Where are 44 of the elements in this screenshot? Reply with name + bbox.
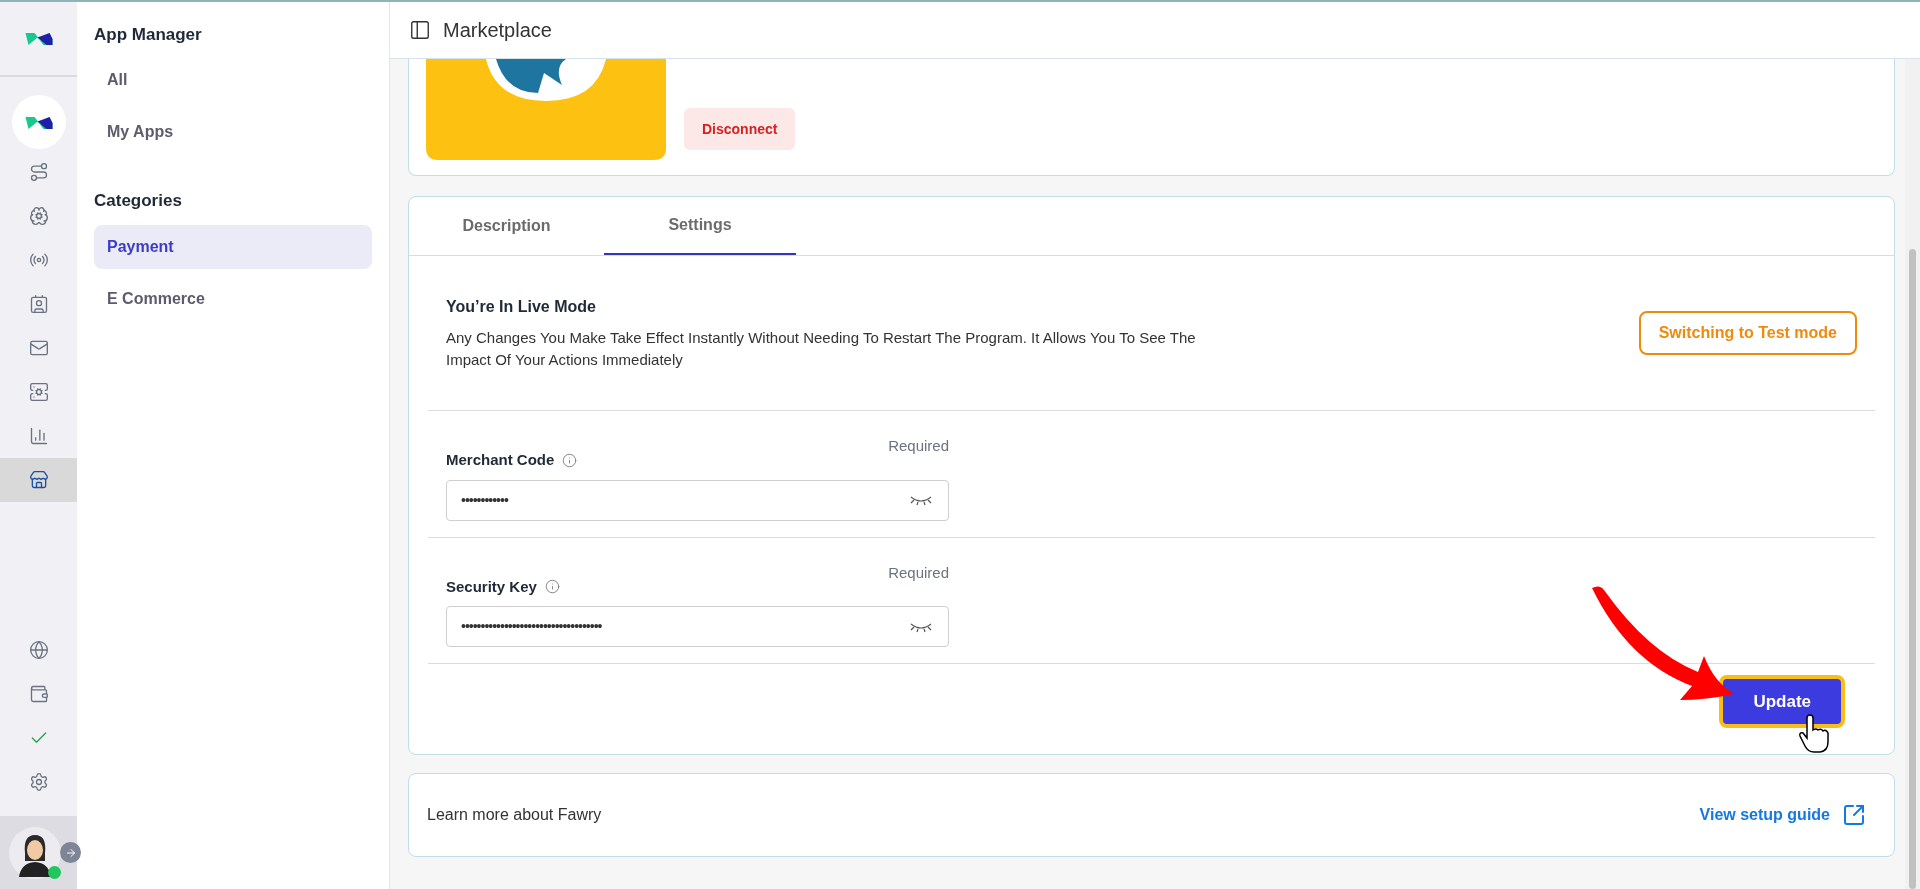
store-icon bbox=[28, 470, 49, 490]
sidebar-title: App Manager bbox=[94, 24, 203, 46]
sidebar-item[interactable]: All bbox=[94, 57, 372, 102]
password-field[interactable]: •••••••••••••••••••••••••••••••••••• bbox=[446, 606, 949, 647]
scrollbar[interactable] bbox=[1905, 59, 1920, 889]
settings-icon bbox=[28, 772, 49, 792]
update-button[interactable]: Update bbox=[1719, 675, 1845, 728]
info-icon[interactable] bbox=[544, 579, 560, 595]
logo-icon bbox=[23, 30, 54, 47]
wallet-icon bbox=[28, 684, 49, 704]
required-hint: Required bbox=[888, 436, 949, 456]
mode-title: You’re In Live Mode bbox=[446, 297, 597, 317]
globe-icon bbox=[28, 640, 49, 660]
mail-icon bbox=[28, 338, 49, 358]
field-value: •••••••••••• bbox=[461, 490, 508, 510]
categories-title: Categories bbox=[94, 189, 183, 212]
head-gear-icon bbox=[28, 206, 49, 226]
required-hint: Required bbox=[888, 562, 949, 583]
mode-description: Any Changes You Make Take Effect Instantly Without Needing To Restart The Program. It Allows You To See The Impact Of Your Actions Immediately bbox=[446, 328, 1197, 370]
info-icon[interactable] bbox=[562, 452, 578, 468]
tab[interactable]: Settings bbox=[604, 197, 796, 255]
password-field[interactable]: •••••••••••• bbox=[446, 479, 949, 521]
user-avatar[interactable] bbox=[8, 826, 61, 879]
tab[interactable]: Description bbox=[409, 197, 604, 255]
expand-button[interactable] bbox=[60, 842, 81, 863]
arrow-right-icon bbox=[64, 846, 77, 859]
field-label: Security Key bbox=[446, 576, 537, 597]
server-bolt-icon bbox=[28, 382, 49, 402]
external-link-icon[interactable] bbox=[1842, 803, 1866, 827]
setup-guide-link[interactable]: View setup guide bbox=[1699, 803, 1830, 827]
sidebar-item[interactable]: E Commerce bbox=[94, 277, 372, 321]
sidebar-item[interactable]: Payment bbox=[94, 225, 372, 269]
eye-closed-icon[interactable] bbox=[908, 494, 934, 506]
disconnect-button[interactable]: Disconnect bbox=[684, 108, 796, 150]
sidebar-toggle-icon[interactable] bbox=[409, 19, 431, 41]
help-text: Learn more about Fawry bbox=[427, 805, 602, 825]
contact-card-icon bbox=[28, 294, 49, 314]
field-label: Merchant Code bbox=[446, 450, 555, 470]
bar-chart-icon bbox=[28, 426, 49, 446]
sidebar-item[interactable]: My Apps bbox=[94, 109, 372, 154]
route-icon bbox=[28, 162, 49, 182]
field-value: •••••••••••••••••••••••••••••••••••• bbox=[461, 617, 602, 636]
store-icon-button[interactable] bbox=[0, 458, 77, 502]
page-title: Marketplace bbox=[443, 18, 552, 43]
